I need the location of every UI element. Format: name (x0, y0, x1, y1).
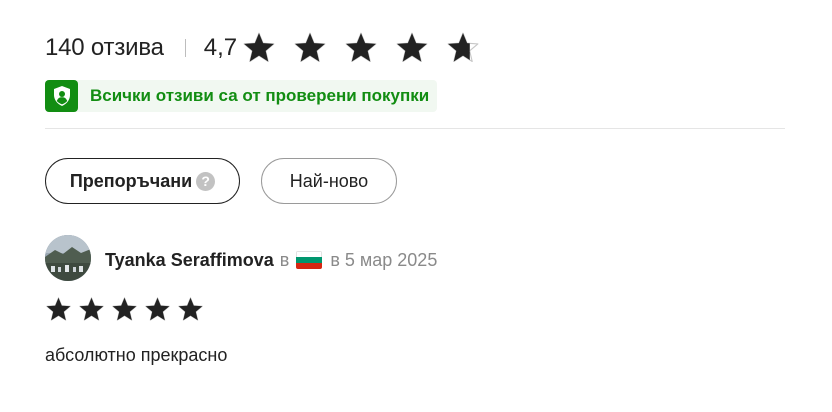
star-full-icon (111, 296, 138, 323)
summary-divider (184, 39, 186, 57)
sort-recommended-label: Препоръчани (69, 170, 193, 191)
reviewer-location-prefix: в (279, 249, 290, 270)
review-text: абсолютно прекрасно (45, 345, 228, 365)
reviewer-name: Tyanka Seraffimova (105, 249, 274, 270)
help-icon[interactable]: ? (196, 171, 216, 191)
star-full-icon (241, 31, 277, 65)
star-full-icon (78, 296, 105, 323)
average-rating-stars (241, 31, 481, 65)
star-full-icon (343, 31, 379, 65)
sort-recommended-button[interactable]: Препоръчани ? (45, 158, 240, 204)
star-full-icon (144, 296, 171, 323)
star-partial-icon (445, 31, 481, 65)
star-full-icon (394, 31, 430, 65)
verified-banner-text: Всички отзиви са от проверени покупки (90, 86, 430, 105)
sort-newest-button[interactable]: Най-ново (261, 158, 397, 204)
sort-newest-label: Най-ново (289, 170, 369, 191)
review-rating-stars (45, 296, 210, 323)
reviews-summary: 140 отзива 4,7 (45, 28, 481, 68)
review-header: Tyanka Seraffimova в в 5 мар 2025 (45, 235, 785, 281)
section-divider (45, 128, 785, 129)
review-item: Tyanka Seraffimova в в 5 мар 2025 абсолю… (45, 235, 785, 365)
bulgaria-flag-icon (296, 251, 323, 269)
star-full-icon (292, 31, 328, 65)
star-full-icon (45, 296, 72, 323)
review-count: 140 отзива (45, 34, 164, 61)
average-rating: 4,7 (203, 34, 238, 61)
shield-person-icon (45, 80, 78, 112)
verified-purchases-banner: Всички отзиви са от проверени покупки (45, 80, 438, 112)
avatar[interactable] (45, 235, 91, 281)
star-full-icon (177, 296, 204, 323)
review-date: в 5 мар 2025 (330, 249, 438, 270)
